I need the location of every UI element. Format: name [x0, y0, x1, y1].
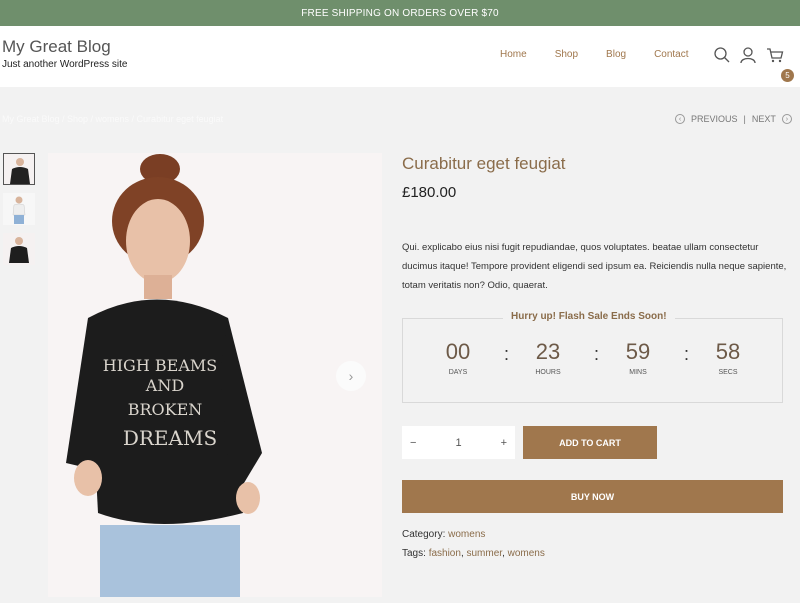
product-description: Qui. explicabo eius nisi fugit repudiand… — [402, 242, 787, 291]
category-label: Category: — [402, 529, 446, 540]
next-link[interactable]: NEXT — [752, 114, 776, 124]
thumbnail-2[interactable] — [3, 193, 35, 225]
countdown-days: 00 DAYS — [428, 339, 488, 376]
mins-value: 59 — [625, 339, 651, 364]
thumbnail-3[interactable] — [3, 233, 35, 265]
tag-separator: , — [502, 548, 505, 559]
nav-home[interactable]: Home — [500, 49, 527, 60]
tag-link-womens[interactable]: womens — [508, 548, 545, 559]
nav-shop[interactable]: Shop — [555, 49, 578, 60]
countdown-mins: 59 MINS — [608, 339, 668, 376]
countdown-separator: : — [504, 344, 510, 364]
tag-link-summer[interactable]: summer — [467, 548, 503, 559]
product-main-image[interactable]: HIGH BEAMS AND BROKEN DREAMS — [48, 153, 382, 597]
site-tagline: Just another WordPress site — [2, 59, 128, 70]
previous-link[interactable]: PREVIOUS — [691, 114, 738, 124]
hours-value: 23 — [535, 339, 561, 364]
countdown-title: Hurry up! Flash Sale Ends Soon! — [503, 311, 675, 322]
shirt-text-1: HIGH BEAMS — [103, 356, 217, 375]
product-tags: Tags: fashion, summer, womens — [402, 548, 545, 559]
shirt-text-4: DREAMS — [123, 426, 217, 450]
tags-label: Tags: — [402, 548, 426, 559]
promo-bar: FREE SHIPPING ON ORDERS OVER $70 — [0, 0, 800, 26]
mins-label: MINS — [629, 369, 647, 376]
secs-value: 58 — [715, 339, 741, 364]
product-pager: ‹ PREVIOUS | NEXT › — [672, 114, 795, 124]
shirt-text-2: AND — [145, 376, 184, 395]
quantity-input[interactable]: 1 — [455, 437, 461, 449]
search-icon[interactable] — [713, 46, 731, 64]
cart-icon[interactable] — [766, 46, 784, 64]
chevron-left-icon[interactable]: ‹ — [675, 114, 685, 124]
site-title[interactable]: My Great Blog — [2, 37, 111, 57]
flash-sale-countdown: Hurry up! Flash Sale Ends Soon! 00 DAYS … — [402, 311, 783, 403]
main-nav: Home Shop Blog Contact — [500, 49, 717, 60]
buy-now-button[interactable]: BUY NOW — [402, 480, 783, 513]
image-next-arrow-icon[interactable]: › — [336, 361, 366, 391]
add-to-cart-button[interactable]: ADD TO CART — [523, 426, 657, 459]
tag-separator: , — [460, 548, 464, 559]
hours-label: HOURS — [535, 369, 561, 376]
countdown-hours: 23 HOURS — [518, 339, 578, 376]
promo-text: FREE SHIPPING ON ORDERS OVER $70 — [301, 7, 499, 19]
product-price: £180.00 — [402, 184, 457, 201]
site-header: My Great Blog Just another WordPress sit… — [0, 26, 800, 87]
breadcrumb[interactable]: My Great Blog / Shop / womens / Curabitu… — [2, 114, 223, 124]
product-category: Category: womens — [402, 529, 485, 540]
quantity-increase-button[interactable]: + — [501, 437, 507, 449]
secs-label: SECS — [718, 369, 738, 376]
chevron-right-icon[interactable]: › — [781, 114, 792, 124]
nav-contact[interactable]: Contact — [654, 49, 688, 60]
nav-blog[interactable]: Blog — [606, 49, 626, 60]
shirt-text-3: BROKEN — [128, 400, 203, 419]
category-link[interactable]: womens — [448, 529, 485, 540]
countdown-separator: : — [684, 344, 690, 364]
product-title: Curabitur eget feugiat — [402, 154, 566, 173]
pager-separator: | — [743, 114, 746, 124]
product-photo: HIGH BEAMS AND BROKEN DREAMS — [48, 153, 382, 597]
thumbnail-1[interactable] — [3, 153, 35, 185]
cart-count-badge: 5 — [781, 69, 794, 82]
countdown-secs: 58 SECS — [698, 339, 758, 376]
quantity-decrease-button[interactable]: − — [410, 437, 416, 449]
days-value: 00 — [445, 339, 471, 364]
tag-link-fashion[interactable]: fashion — [429, 548, 461, 559]
quantity-stepper: − 1 + — [402, 426, 515, 459]
days-label: DAYS — [448, 369, 468, 376]
user-icon[interactable] — [739, 46, 757, 64]
countdown-separator: : — [594, 344, 600, 364]
